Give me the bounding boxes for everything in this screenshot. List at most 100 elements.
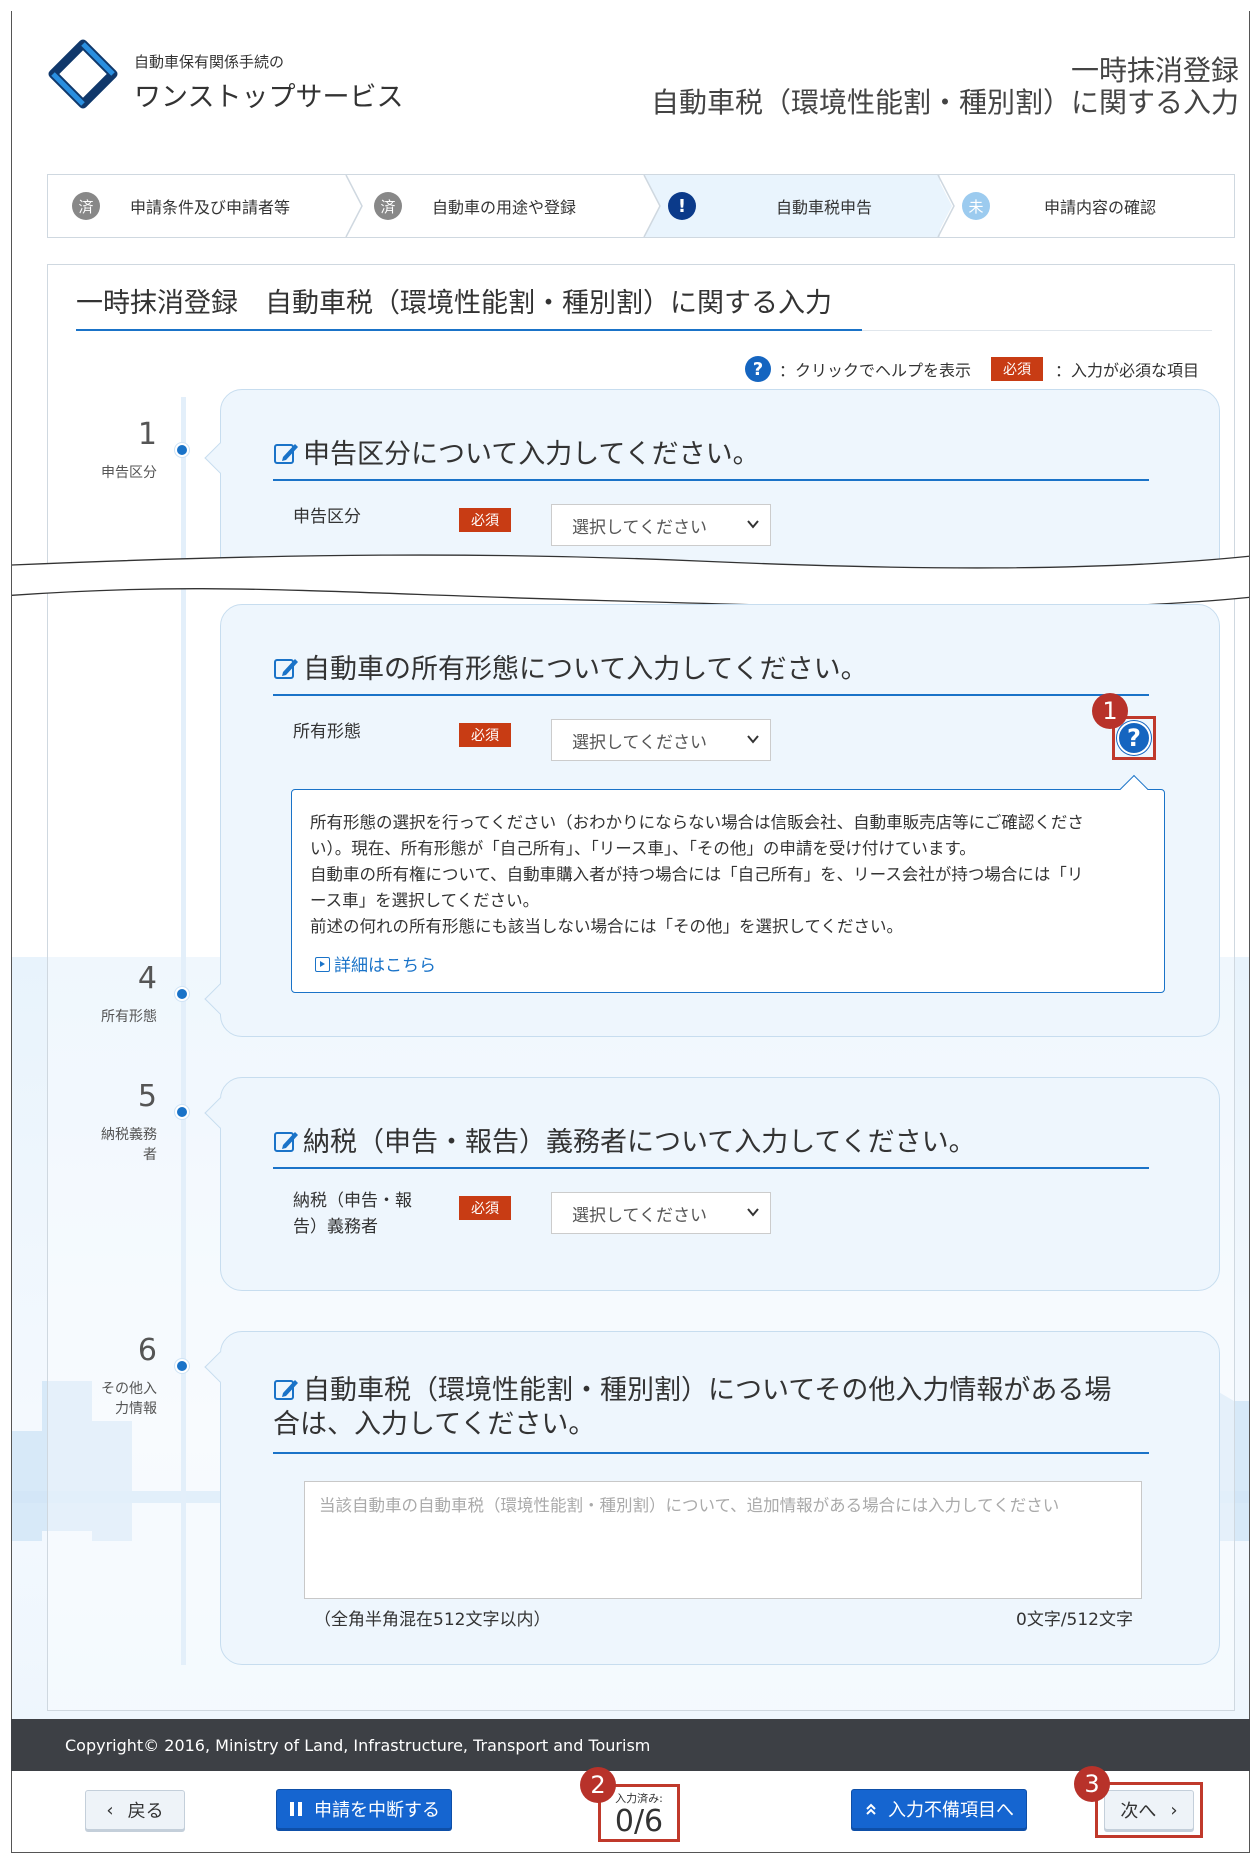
section-side-label: 納税義務者 — [37, 1125, 157, 1165]
card-title: 申告区分について入力してください。 — [273, 432, 760, 471]
select-value: 選択してください — [572, 732, 707, 753]
section-card-taxpayer: 納税（申告・報告）義務者について入力してください。 納税（申告・報 告）義務者 必… — [204, 1077, 1220, 1291]
main-title-underline — [76, 329, 862, 331]
field-label: 申告区分 — [293, 507, 361, 527]
side-label-line: 力情報 — [115, 1401, 157, 1417]
step-1: 済 申請条件及び申請者等 — [72, 175, 290, 237]
help-text-line: 自動車の所有権について、自動車購入者が持つ場合には「自己所有」を、リース会社が持… — [310, 865, 1084, 884]
ownership-type-select[interactable]: 選択してください — [551, 719, 771, 761]
char-limit-note: （全角半角混在512文字以内） — [314, 1610, 551, 1630]
declaration-type-select[interactable]: 選択してください — [551, 504, 771, 546]
section-side-label: 申告区分 — [101, 465, 157, 481]
help-icon: ? — [744, 356, 771, 382]
step-3: ! 自動車税申告 — [668, 175, 872, 237]
required-badge: 必須 — [459, 723, 511, 747]
step-todo-badge: 未 — [962, 192, 990, 220]
legend-help-text: ：クリックでヘルプを表示 — [778, 361, 971, 380]
chevron-down-icon — [747, 520, 759, 529]
card-title: 納税（申告・報告）義務者について入力してください。 — [273, 1120, 976, 1159]
pause-icon — [290, 1802, 302, 1816]
card-title-text: 申告区分について入力してください。 — [303, 439, 760, 470]
section-number: 4 — [137, 961, 157, 996]
step-label: 申請内容の確認 — [1044, 198, 1157, 217]
chevron-left-icon: ‹ — [106, 1799, 114, 1821]
required-badge: 必須 — [459, 508, 511, 532]
logo-subtitle: 自動車保有関係手続の — [134, 53, 285, 71]
timeline-dot — [175, 443, 189, 457]
help-link-text: 詳細はこちら — [334, 956, 436, 976]
card-title-underline — [273, 479, 1149, 481]
card-title: 自動車税（環境性能割・種別割）についてその他入力情報がある場 合は、入力してくださ… — [273, 1374, 1111, 1442]
card-title-text: 合は、入力してください。 — [273, 1409, 596, 1440]
chevron-down-icon — [747, 735, 759, 744]
callout-2: 2 — [580, 1767, 616, 1803]
step-4: 未 申請内容の確認 — [962, 175, 1156, 237]
char-counter: 0文字/512文字 — [1016, 1610, 1133, 1630]
edit-icon — [274, 659, 298, 679]
suspend-application-button[interactable]: 申請を中断する — [276, 1789, 452, 1829]
step-separator-icon — [345, 175, 363, 237]
section-side-label: 所有形態 — [101, 1009, 157, 1025]
other-info-textarea[interactable]: 当該自動車の自動車税（環境性能割・種別割）について、追加情報がある場合には入力し… — [304, 1481, 1142, 1599]
step-label: 自動車税申告 — [776, 198, 873, 217]
callout-3: 3 — [1074, 1766, 1110, 1802]
logo-title: ワンストップサービス — [134, 82, 404, 113]
logo-mark-icon — [48, 39, 118, 109]
next-label: 次へ — [1120, 1801, 1157, 1822]
main-title: 一時抹消登録 自動車税（環境性能割・種別割）に関する入力 — [76, 288, 832, 319]
select-value: 選択してください — [572, 517, 707, 538]
side-label-line: 納税義務 — [101, 1127, 157, 1143]
card-title-text: 納税（申告・報告）義務者について入力してください。 — [303, 1127, 976, 1158]
main-title-rule — [862, 330, 1212, 331]
step-label: 自動車の用途や登録 — [432, 198, 577, 217]
taxpayer-select[interactable]: 選択してください — [551, 1192, 771, 1234]
step-2: 済 自動車の用途や登録 — [374, 175, 576, 237]
incomplete-items-button[interactable]: 入力不備項目へ — [851, 1789, 1027, 1829]
play-icon — [315, 957, 330, 972]
section-side-label: その他入力情報 — [37, 1379, 157, 1419]
select-value: 選択してください — [572, 1205, 707, 1226]
chevron-right-icon: › — [1170, 1799, 1178, 1821]
card-title-underline — [273, 694, 1149, 696]
field-label: 納税（申告・報 告）義務者 — [293, 1188, 412, 1240]
field-label-line: 納税（申告・報 — [293, 1191, 412, 1211]
help-text-line: 前述の何れの所有形態にも該当しない場合には「その他」を選択してください。 — [310, 917, 904, 936]
section-number: 5 — [137, 1079, 157, 1114]
section-number: 6 — [137, 1333, 157, 1368]
chevron-down-icon — [747, 1208, 759, 1217]
progress-value: 0/6 — [614, 1804, 664, 1839]
field-label-line: 告）義務者 — [293, 1217, 378, 1237]
edit-icon — [274, 444, 298, 464]
card-title-text: 自動車の所有形態について入力してください。 — [303, 654, 868, 685]
edit-icon — [274, 1380, 298, 1400]
side-label-line: その他入 — [101, 1381, 157, 1397]
legend-required-text: ：入力が必須な項目 — [1054, 361, 1199, 380]
progress-steps: 済 申請条件及び申請者等 済 自動車の用途や登録 ! 自動車税申告 未 申請内容… — [47, 174, 1235, 238]
double-chevron-up-icon — [866, 1803, 876, 1815]
step-done-badge: 済 — [374, 192, 402, 220]
field-label: 所有形態 — [293, 722, 361, 742]
suspend-label: 申請を中断する — [314, 1800, 440, 1821]
step-done-badge: 済 — [72, 192, 100, 220]
required-badge: 必須 — [990, 357, 1043, 381]
timeline-dot — [175, 1105, 189, 1119]
page-heading-line2: 自動車税（環境性能割・種別割）に関する入力 — [650, 86, 1239, 119]
side-label-line: 者 — [143, 1147, 157, 1163]
edit-icon — [274, 1132, 298, 1152]
help-details-link[interactable]: 詳細はこちら — [315, 951, 436, 976]
page-frame: 自動車保有関係手続の ワンストップサービス 一時抹消登録 自動車税（環境性能割・… — [11, 11, 1250, 1853]
timeline-dot — [175, 1359, 189, 1373]
next-button[interactable]: 次へ › — [1104, 1790, 1194, 1830]
step-label: 申請条件及び申請者等 — [130, 198, 291, 217]
help-text-line: 所有形態の選択を行ってください（おわかりにならない場合は信販会社、自動車販売店等… — [310, 813, 1084, 832]
card-title-text: 自動車税（環境性能割・種別割）についてその他入力情報がある場 — [303, 1375, 1112, 1406]
copyright-text: Copyright© 2016, Ministry of Land, Infra… — [65, 1735, 651, 1755]
required-badge: 必須 — [459, 1196, 511, 1220]
back-button[interactable]: ‹ 戻る — [85, 1790, 185, 1830]
timeline-dot — [175, 987, 189, 1001]
section-number: 1 — [137, 417, 157, 452]
legend: ? ：クリックでヘルプを表示 必須 ：入力が必須な項目 — [744, 356, 1199, 382]
ownership-help-button[interactable]: ? — [1117, 721, 1151, 755]
back-label: 戻る — [127, 1801, 164, 1822]
callout-1: 1 — [1092, 693, 1128, 729]
